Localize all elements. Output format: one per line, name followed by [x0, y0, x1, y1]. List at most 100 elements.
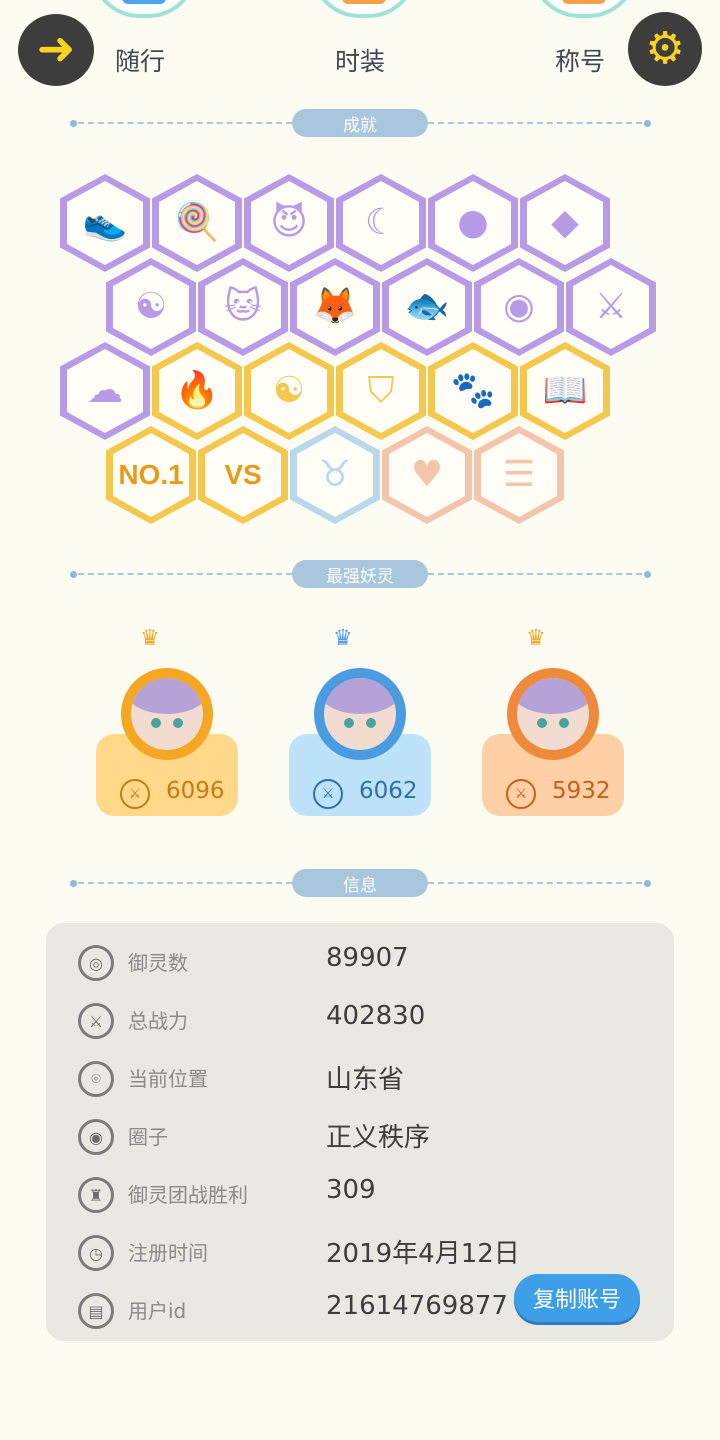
clock-icon: ◷	[78, 1235, 114, 1271]
fish-crown-icon: 🐟	[404, 286, 450, 327]
sneaker-icon: 👟	[82, 202, 128, 243]
title-icon	[530, 0, 638, 18]
achievement-badge-face: 🐾	[435, 349, 511, 433]
info-value: 402830	[326, 1001, 426, 1031]
achievement-badge[interactable]: ☯	[244, 342, 334, 440]
power-icon: ⚔	[313, 779, 343, 809]
achievement-badge[interactable]: NO.1	[106, 426, 196, 524]
divider-line	[428, 573, 642, 577]
achievement-badge-face: ☯	[251, 349, 327, 433]
info-label: 当前位置	[128, 1067, 208, 1091]
achievement-badge-face: 📖	[527, 349, 603, 433]
crown-icon: ♛	[526, 626, 546, 651]
achievement-badge-face: 🐱	[205, 265, 281, 349]
info-row: ◷ 注册时间 2019年4月12日	[46, 1223, 674, 1281]
trophy-icon: ♜	[78, 1177, 114, 1213]
achievement-badge[interactable]: ◆	[520, 174, 610, 272]
info-value: 309	[326, 1175, 376, 1205]
achievement-badge[interactable]: ☯	[106, 258, 196, 356]
achievement-badge-face: ◆	[527, 181, 603, 265]
spirit-portrait	[131, 678, 203, 750]
section-title-info: 信息	[292, 869, 428, 897]
tab-companion[interactable]: 随行	[80, 0, 200, 90]
fox-spirit-icon: 🦊	[312, 286, 358, 327]
info-label: 圈子	[128, 1125, 168, 1149]
copy-account-button[interactable]: 复制账号	[514, 1274, 640, 1322]
tab-title-label: 称号	[554, 47, 605, 76]
divider-dot	[70, 571, 77, 578]
arrow-left-icon: ➜	[36, 21, 76, 75]
tab-fashion[interactable]: 时装	[300, 0, 420, 90]
section-title-achievements: 成就	[292, 109, 428, 137]
achievement-badge-face: VS	[205, 433, 281, 517]
achievement-badge[interactable]: ⛉	[336, 342, 426, 440]
achievement-badge[interactable]: ◉	[474, 258, 564, 356]
fire-spirit-icon: 🔥	[174, 370, 220, 411]
power-icon: ⚔	[120, 779, 150, 809]
spirit-eye	[344, 718, 354, 728]
twin-cats-icon: ♥	[410, 454, 444, 495]
spirit-eye	[173, 718, 183, 728]
angry-blob-icon: ☁	[87, 370, 123, 411]
spirit-avatar[interactable]	[314, 668, 406, 760]
tab-companion-label: 随行	[114, 47, 165, 76]
achievement-badge[interactable]: ⚔	[566, 258, 656, 356]
divider-line	[78, 122, 292, 126]
yin-yang-comet-icon: ☯	[134, 286, 168, 327]
achievement-badge-face: NO.1	[113, 433, 189, 517]
spirit-icon: ◎	[78, 945, 114, 981]
section-title-top-spirits: 最强妖灵	[292, 560, 428, 588]
crown-icon: ♛	[333, 626, 353, 651]
no1-icon: NO.1	[118, 459, 184, 490]
spirit-avatar[interactable]	[507, 668, 599, 760]
spirit-hair	[517, 678, 589, 714]
fashion-icon	[310, 0, 418, 18]
id-card-icon: ▤	[78, 1293, 114, 1329]
achievement-badge[interactable]: 🍭	[152, 174, 242, 272]
achievement-badge-face: ⚔	[573, 265, 649, 349]
achievement-badge[interactable]: 📖	[520, 342, 610, 440]
achievement-badge[interactable]: 🦊	[290, 258, 380, 356]
achievement-badge[interactable]: ♥	[382, 426, 472, 524]
divider-dot	[644, 880, 651, 887]
companion-icon	[90, 0, 198, 18]
info-label: 注册时间	[128, 1241, 208, 1265]
achievement-badge[interactable]: ☰	[474, 426, 564, 524]
achievement-badge[interactable]: ☁	[60, 342, 150, 440]
achievement-badge-face: 🦊	[297, 265, 373, 349]
achievement-badge[interactable]: 🐱	[198, 258, 288, 356]
info-row: ◉ 圈子 正义秩序	[46, 1107, 674, 1165]
divider-dot	[644, 120, 651, 127]
achievement-badge[interactable]: 🔥	[152, 342, 242, 440]
gear-icon: ⚙	[645, 23, 685, 74]
achievement-badge[interactable]: 👟	[60, 174, 150, 272]
achievement-badge[interactable]: 😈	[244, 174, 334, 272]
achievement-badge[interactable]: 🐟	[382, 258, 472, 356]
shield-icon: ⛉	[367, 370, 395, 411]
spirit-avatar[interactable]	[121, 668, 213, 760]
horned-statue-icon: ♉	[318, 454, 352, 495]
achievement-badge-face: 😈	[251, 181, 327, 265]
info-row: ⌾ 当前位置 山东省	[46, 1049, 674, 1107]
achievement-badge-face: ♥	[389, 433, 465, 517]
achievement-badge-face: ♉	[297, 433, 373, 517]
achievement-badge-face: 👟	[67, 181, 143, 265]
info-value: 2019年4月12日	[326, 1239, 520, 1269]
sword-icon: ⚔	[78, 1003, 114, 1039]
tab-title[interactable]: 称号	[520, 0, 640, 90]
lollipop-icon: 🍭	[174, 202, 220, 243]
info-label: 总战力	[128, 1009, 188, 1033]
info-row: ♜ 御灵团战胜利 309	[46, 1165, 674, 1223]
info-value: 正义秩序	[326, 1123, 431, 1153]
achievement-badge[interactable]: 🐾	[428, 342, 518, 440]
divider-line	[78, 573, 292, 577]
achievement-badge[interactable]: ☾	[336, 174, 426, 272]
achievement-badge[interactable]: ●	[428, 174, 518, 272]
spirit-power-value: 6062	[359, 778, 418, 804]
info-label: 御灵数	[128, 951, 188, 975]
spirit-power-value: 6096	[166, 778, 225, 804]
divider-dot	[644, 571, 651, 578]
spirit-eye	[151, 718, 161, 728]
achievement-badge[interactable]: ♉	[290, 426, 380, 524]
achievement-badge[interactable]: VS	[198, 426, 288, 524]
